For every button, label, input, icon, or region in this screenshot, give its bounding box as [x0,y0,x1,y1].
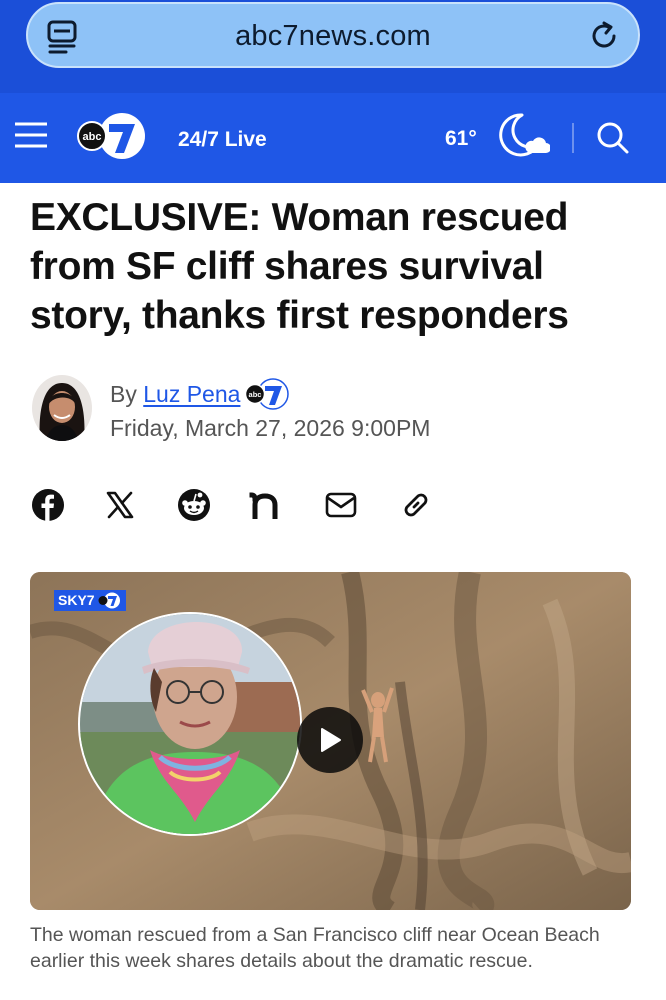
byline-prefix: By [110,381,137,407]
facebook-share-button[interactable] [30,485,66,525]
abc7-badge-logo [98,592,120,609]
sky7-badge: SKY7 [54,590,126,611]
nextdoor-share-button[interactable] [248,485,284,525]
x-share-button[interactable] [102,485,138,525]
author-link[interactable]: Luz Pena [143,381,240,407]
reddit-icon [178,489,210,521]
moon-cloud-icon[interactable] [494,111,550,157]
video-player[interactable]: SKY7 [30,572,631,910]
reddit-share-button[interactable] [176,485,212,525]
copy-link-button[interactable] [398,485,434,525]
share-row [30,485,450,527]
byline: By Luz Pena abc [110,378,290,410]
url-text[interactable]: abc7news.com [28,20,638,53]
reload-icon[interactable] [588,20,620,52]
email-icon [325,492,357,518]
facebook-icon [32,489,64,521]
play-icon [321,728,341,752]
menu-icon[interactable] [14,120,48,150]
header-divider [572,123,574,153]
nextdoor-icon [249,492,278,519]
sky7-label: SKY7 [58,592,95,608]
link-icon [404,493,428,517]
video-caption: The woman rescued from a San Francisco c… [30,924,600,972]
browser-chrome: abc7news.com [0,0,666,93]
email-share-button[interactable] [323,485,359,525]
x-icon [106,491,134,519]
publish-date: Friday, March 27, 2026 9:00PM [110,415,431,441]
svg-text:abc: abc [249,390,262,399]
temperature[interactable]: 61° [445,127,477,151]
live-link[interactable]: 24/7 Live [178,128,267,152]
abc7-logo[interactable]: abc [76,112,148,160]
site-header: abc 24/7 Live 61° [0,93,666,183]
svg-text:abc: abc [83,131,102,143]
article-headline: EXCLUSIVE: Woman rescued from SF cliff s… [30,196,569,337]
author-avatar[interactable] [32,375,92,441]
address-bar[interactable]: abc7news.com [26,2,640,68]
abc7-small-logo: abc [245,378,290,410]
search-icon[interactable] [596,121,630,155]
play-button[interactable] [297,707,363,773]
